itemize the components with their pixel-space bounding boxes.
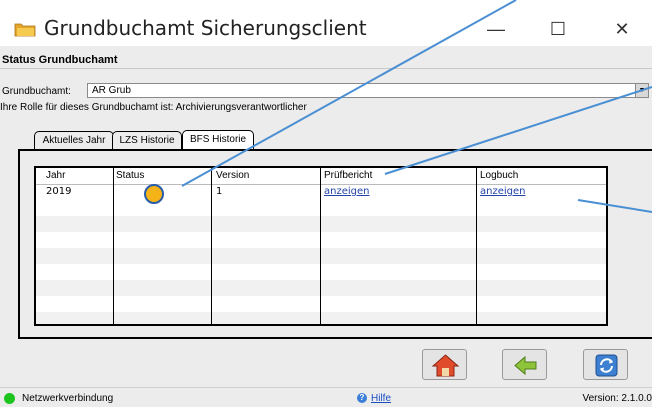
status-heading: Status Grundbuchamt (2, 54, 118, 66)
logbuch-link[interactable]: anzeigen (480, 186, 525, 197)
window-title: Grundbuchamt Sicherungsclient (44, 16, 367, 40)
cell-version: 1 (216, 186, 223, 197)
back-button[interactable] (502, 349, 547, 380)
network-label: Netzwerkverbindung (22, 393, 114, 404)
grundbuchamt-select[interactable]: AR Grub ▼ (87, 83, 649, 98)
column-header-status: Status (116, 170, 145, 181)
column-header-logbuch: Logbuch (480, 170, 519, 181)
tab-aktuelles-jahr[interactable]: Aktuelles Jahr (34, 131, 114, 149)
table-header: Jahr Status Version Prüfbericht Logbuch (36, 168, 606, 185)
grundbuchamt-value: AR Grub (92, 85, 131, 96)
maximize-button[interactable]: ☐ (540, 16, 576, 42)
table-row-band (36, 312, 606, 324)
version-label: Version: 2.1.0.0 (582, 393, 652, 404)
rolle-text: Ihre Rolle für dieses Grundbuchamt ist: … (0, 102, 307, 113)
pruefbericht-link[interactable]: anzeigen (324, 186, 369, 197)
tab-lzs-historie[interactable]: LZS Historie (112, 131, 182, 149)
table-row-band (36, 280, 606, 296)
home-icon (431, 354, 460, 377)
back-arrow-icon (514, 355, 537, 376)
close-button[interactable]: ✕ (604, 16, 640, 42)
divider (0, 68, 652, 69)
tab-bfs-historie[interactable]: BFS Historie (182, 130, 254, 150)
tab-label: BFS Historie (189, 134, 247, 145)
status-indicator (144, 184, 164, 204)
column-divider (476, 168, 477, 324)
client-area: Status Grundbuchamt Grundbuchamt: AR Gru… (0, 46, 652, 387)
network-status-icon (4, 393, 15, 404)
column-header-version: Version (216, 170, 250, 181)
column-divider (113, 168, 114, 324)
home-button[interactable] (422, 349, 467, 380)
table-row-band (36, 216, 606, 232)
help-link[interactable]: Hilfe (371, 393, 391, 404)
status-bar: Netzwerkverbindung ? Hilfe Version: 2.1.… (0, 387, 652, 407)
help-icon[interactable]: ? (357, 393, 367, 403)
column-header-pruefbericht: Prüfbericht (324, 170, 373, 181)
grundbuchamt-label: Grundbuchamt: (2, 86, 71, 97)
minimize-button[interactable]: — (478, 16, 514, 42)
refresh-icon (595, 354, 618, 377)
cell-jahr: 2019 (46, 186, 72, 197)
column-header-jahr: Jahr (46, 170, 66, 181)
tab-label: Aktuelles Jahr (42, 135, 106, 146)
column-divider (320, 168, 321, 324)
table-row-band (36, 248, 606, 264)
dropdown-arrow-icon[interactable]: ▼ (635, 84, 648, 97)
refresh-button[interactable] (583, 349, 628, 380)
column-divider (211, 168, 212, 324)
title-bar: Grundbuchamt Sicherungsclient — ☐ ✕ (0, 0, 652, 46)
tab-label: LZS Historie (119, 135, 175, 146)
folder-icon (14, 23, 36, 37)
history-table: Jahr Status Version Prüfbericht Logbuch … (34, 166, 608, 326)
